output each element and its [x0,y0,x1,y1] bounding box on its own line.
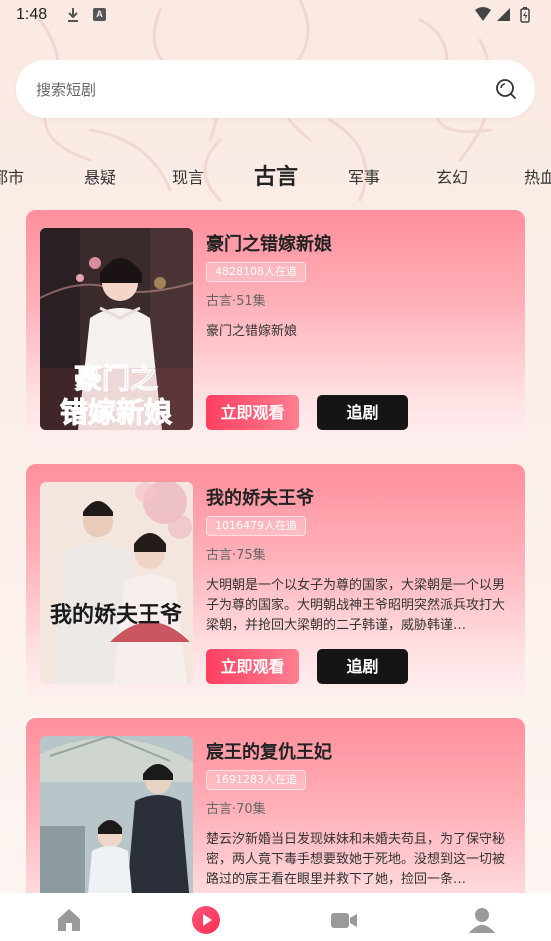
search-placeholder[interactable]: 搜索短剧 [36,79,96,100]
status-indicators [475,7,530,23]
poster-title-line1: 豪门之 [74,362,158,395]
profile-icon[interactable] [467,905,497,935]
followers-badge: 1016479人在追 [206,516,306,536]
drama-meta: 古言·70集 [206,802,266,817]
drama-poster[interactable]: 我的娇夫王爷 [40,482,193,684]
tab-xuanhuan[interactable]: 玄幻 [436,164,468,188]
notification-a-icon: A [93,8,106,21]
download-icon [68,8,78,22]
drama-title[interactable]: 豪门之错嫁新娘 [206,230,332,256]
drama-meta: 古言·51集 [206,294,266,309]
drama-description: 大明朝是一个以女子为尊的国家，大梁朝是一个以男子为尊的国家。大明朝战神王爷昭明突… [206,578,506,633]
drama-card[interactable]: 我的娇夫王爷 我的娇夫王爷 1016479人在追 古言·75集 大明朝是一个以女… [26,464,525,700]
drama-poster[interactable]: 豪门之 错嫁新娘 [40,228,193,430]
poster-title: 我的娇夫王爷 [50,602,183,628]
drama-title[interactable]: 我的娇夫王爷 [206,484,314,510]
drama-card[interactable]: 豪门之 错嫁新娘 豪门之错嫁新娘 4828108人在追 古言·51集 豪门之错嫁… [26,210,525,446]
bottom-navigation [0,893,551,941]
video-camera-icon[interactable] [329,905,359,935]
tab-guyan[interactable]: 古言 [254,159,298,191]
drama-title[interactable]: 宸王的复仇王妃 [206,738,332,764]
category-tabs: 都市 悬疑 现言 古言 军事 玄幻 热血 [0,150,551,196]
followers-badge: 4828108人在追 [206,262,306,282]
battery-icon [520,7,530,23]
drama-meta: 古言·75集 [206,548,266,563]
poster-title-line2: 错嫁新娘 [60,396,172,429]
tab-junshi[interactable]: 军事 [348,164,380,188]
play-icon[interactable] [191,905,221,935]
wifi-icon [475,7,491,21]
followers-badge: 1691283人在追 [206,770,306,790]
watch-now-button[interactable]: 立即观看 [206,395,299,430]
follow-drama-button[interactable]: 追剧 [317,649,408,684]
follow-drama-button[interactable]: 追剧 [317,395,408,430]
search-bar[interactable]: 搜索短剧 [16,60,535,118]
tab-rexue[interactable]: 热血 [524,164,551,188]
tab-xianyan[interactable]: 现言 [172,164,204,188]
signal-icon [497,8,510,21]
status-time: 1:48 [16,6,48,23]
status-bar: 1:48 A [0,0,551,34]
drama-description: 豪门之错嫁新娘 [206,324,298,339]
watch-now-button[interactable]: 立即观看 [206,649,299,684]
drama-description: 楚云汐新婚当日发现妹妹和未婚夫苟且，为了保守秘密，两人竟下毒手想要致她于死地。没… [206,832,506,887]
home-icon[interactable] [54,905,84,935]
tab-dushi[interactable]: 都市 [0,164,24,188]
search-icon[interactable] [495,78,517,100]
tab-xuanyi[interactable]: 悬疑 [84,164,116,188]
